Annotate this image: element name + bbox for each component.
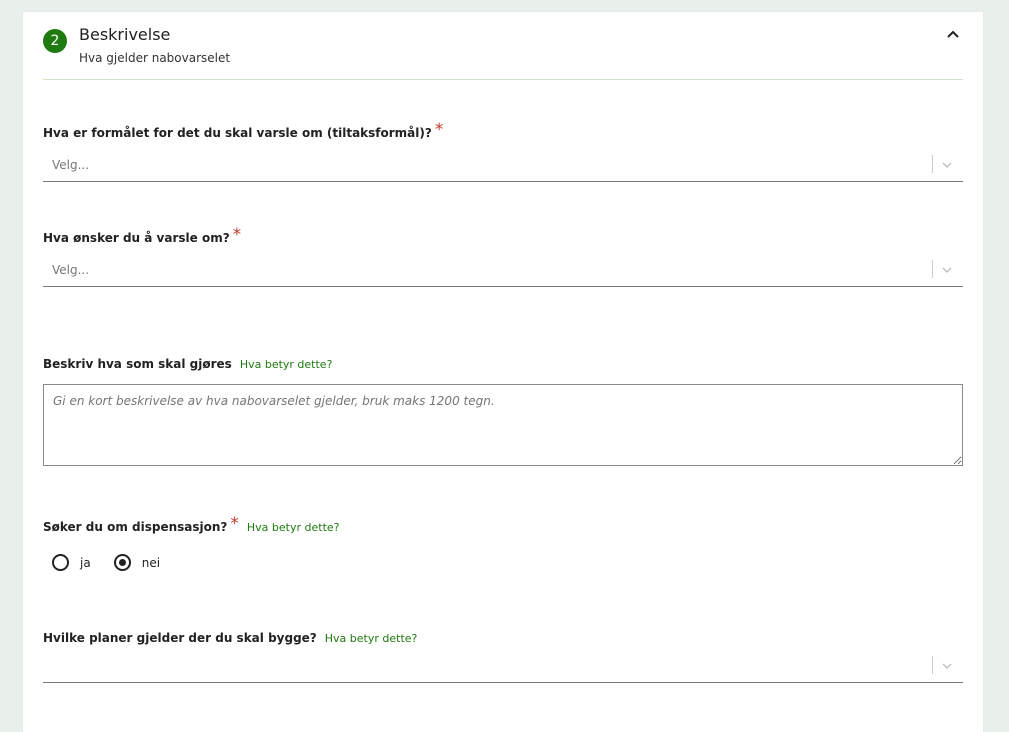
radio-option-ja[interactable]: ja bbox=[52, 554, 91, 571]
radio-nei[interactable] bbox=[113, 554, 131, 571]
dispensation-radio-group: ja nei bbox=[52, 554, 178, 576]
notify-about-label-text: Hva ønsker du å varsle om? bbox=[43, 231, 230, 245]
dispensation-label: Søker du om dispensasjon? * Hva betyr dett… bbox=[43, 514, 340, 536]
purpose-label-text: Hva er formålet for det du skal varsle o… bbox=[43, 126, 432, 140]
select-separator bbox=[932, 155, 933, 173]
form-section-card: 2 Beskrivelse Hva gjelder nabovarselet H… bbox=[23, 12, 983, 732]
notify-about-label: Hva ønsker du å varsle om? * bbox=[43, 225, 242, 247]
notify-about-select-placeholder: Velg... bbox=[52, 263, 90, 277]
radio-ja[interactable] bbox=[52, 554, 69, 571]
required-star: * bbox=[434, 120, 444, 140]
section-title: Beskrivelse bbox=[79, 25, 171, 44]
chevron-down-icon bbox=[942, 162, 952, 168]
radio-option-nei[interactable]: nei bbox=[113, 554, 161, 571]
dispensation-help-link[interactable]: Hva betyr dette? bbox=[247, 521, 340, 534]
dispensation-label-text: Søker du om dispensasjon? bbox=[43, 520, 228, 534]
section-header: 2 Beskrivelse Hva gjelder nabovarselet bbox=[43, 12, 963, 80]
plans-help-link[interactable]: Hva betyr dette? bbox=[325, 632, 418, 645]
plans-label: Hvilke planer gjelder der du skal bygge?… bbox=[43, 631, 417, 645]
plans-label-text: Hvilke planer gjelder der du skal bygge? bbox=[43, 631, 317, 645]
chevron-up-icon bbox=[947, 30, 959, 38]
description-label-text: Beskriv hva som skal gjøres bbox=[43, 357, 232, 371]
plans-select[interactable] bbox=[43, 652, 963, 683]
select-separator bbox=[932, 656, 933, 674]
required-star: * bbox=[230, 514, 239, 534]
purpose-select-placeholder: Velg... bbox=[52, 158, 90, 172]
purpose-label: Hva er formålet for det du skal varsle o… bbox=[43, 120, 444, 142]
collapse-section-button[interactable] bbox=[943, 24, 963, 44]
chevron-down-icon bbox=[942, 267, 952, 273]
description-label: Beskriv hva som skal gjøres Hva betyr det… bbox=[43, 357, 332, 371]
step-number-badge: 2 bbox=[43, 29, 67, 53]
chevron-down-icon bbox=[942, 663, 952, 669]
description-textarea[interactable] bbox=[43, 384, 963, 466]
section-subtitle: Hva gjelder nabovarselet bbox=[79, 51, 231, 65]
required-star: * bbox=[232, 225, 242, 245]
purpose-select[interactable]: Velg... bbox=[43, 151, 963, 182]
select-separator bbox=[932, 260, 933, 278]
description-help-link[interactable]: Hva betyr dette? bbox=[240, 358, 333, 371]
radio-nei-label: nei bbox=[141, 555, 161, 570]
notify-about-select[interactable]: Velg... bbox=[43, 256, 963, 287]
radio-ja-label: ja bbox=[80, 555, 91, 570]
